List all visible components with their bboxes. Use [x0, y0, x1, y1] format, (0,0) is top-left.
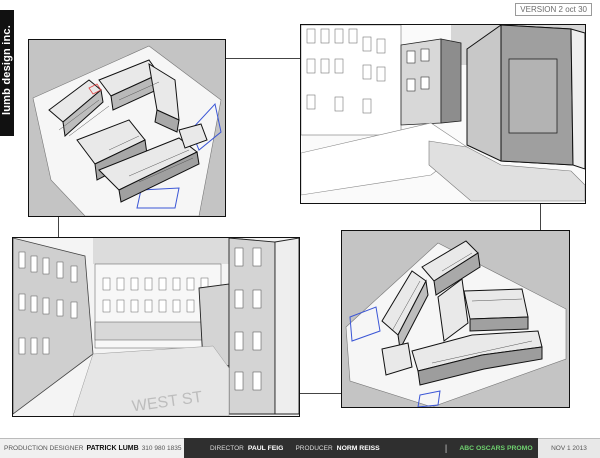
connector-line	[540, 202, 541, 230]
designer-name: PATRICK LUMB	[86, 445, 139, 452]
panel-street-top-right	[300, 24, 586, 204]
designer-credit: PRODUCTION DESIGNER PATRICK LUMB 310 980…	[0, 438, 184, 458]
panel-aerial-top-left	[28, 39, 226, 217]
footer-divider: |	[438, 438, 454, 458]
designer-role: PRODUCTION DESIGNER	[4, 445, 84, 452]
street-corner-sketch	[301, 25, 585, 203]
aerial-model-sketch-2	[342, 231, 569, 407]
company-logo: lumb design inc.	[0, 10, 14, 136]
producer-name: NORM REISS	[336, 444, 380, 452]
street-perspective-sketch: WEST ST	[13, 238, 299, 416]
sheet-date: NOV 1 2013	[538, 438, 600, 458]
version-label: VERSION 2 oct 30	[515, 3, 592, 16]
director-role: DIRECTOR	[210, 444, 244, 452]
connector-line	[224, 58, 300, 59]
project-title: ABC OSCARS PROMO	[454, 438, 538, 458]
panel-street-bottom-left: WEST ST	[12, 237, 300, 417]
connector-line	[298, 393, 341, 394]
storyboard-page: VERSION 2 oct 30 lumb design inc. WEST S…	[0, 0, 600, 458]
panel-aerial-bottom-right	[341, 230, 570, 408]
director-producer-credit: DIRECTOR PAUL FEIG PRODUCER NORM REISS	[184, 438, 438, 458]
logo-text: lumb design inc.	[1, 25, 13, 115]
aerial-model-sketch	[29, 40, 225, 216]
title-block-footer: PRODUCTION DESIGNER PATRICK LUMB 310 980…	[0, 438, 600, 458]
connector-line	[58, 215, 59, 237]
director-name: PAUL FEIG	[247, 444, 284, 452]
designer-phone: 310 980 1835	[141, 445, 182, 452]
producer-role: PRODUCER	[295, 444, 333, 452]
